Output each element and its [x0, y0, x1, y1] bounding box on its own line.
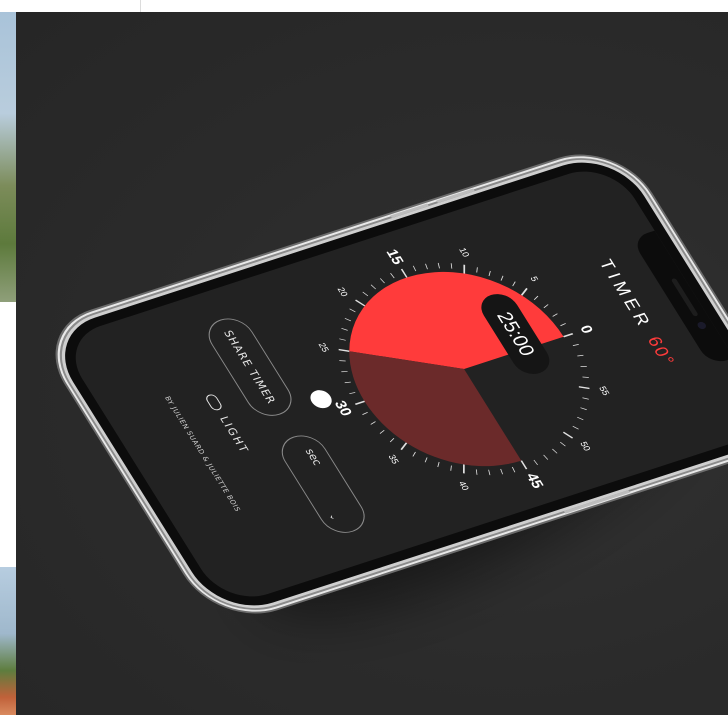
dial-tick [400, 268, 408, 278]
dial-tick [488, 469, 491, 476]
hero-stage: TIMER 60° 0 15 30 45 5 10 20 25 35 40 50 55 25:00 S… [16, 12, 728, 715]
dial-tick [344, 381, 351, 384]
dial-tick [424, 457, 428, 463]
dial-tick [552, 313, 558, 317]
dial-tick [563, 333, 574, 338]
dial-tick [582, 376, 589, 378]
dial-tick [339, 338, 346, 341]
dial-tick [437, 262, 440, 269]
dial-minute-label: 5 [528, 275, 540, 282]
theme-toggle-label: LIGHT [216, 414, 252, 456]
dial-minute-label: 45 [522, 471, 546, 490]
dial-minute-label: 20 [335, 286, 350, 298]
dial-tick [412, 451, 416, 457]
dial-tick [355, 299, 366, 307]
dial-tick [520, 460, 528, 470]
dial-tick [543, 304, 549, 309]
dial-minute-label: 10 [457, 247, 472, 259]
dial-tick [379, 278, 385, 284]
volume-button [436, 188, 475, 204]
dial-tick [341, 371, 348, 373]
dial-tick [475, 469, 478, 475]
dial-minute-label: 50 [578, 440, 593, 452]
timer-app: TIMER 60° 0 15 30 45 5 10 20 25 35 40 50 55 25:00 S… [58, 160, 728, 608]
left-thumbnail-strip [0, 12, 16, 715]
dial-tick [389, 438, 395, 443]
dial-tick [450, 465, 452, 471]
dial-tick [338, 348, 350, 352]
dial-tick [512, 281, 516, 287]
thumbnail-image-top[interactable] [0, 12, 16, 302]
dial-minute-label: 30 [331, 399, 355, 418]
dial-tick [463, 264, 466, 274]
dial-minute-label: 55 [597, 385, 612, 397]
dial-tick [412, 265, 417, 272]
dial-tick [463, 464, 465, 474]
dial-tick [500, 275, 504, 281]
dial-minute-label: 35 [386, 453, 401, 465]
dial-tick [379, 429, 385, 434]
dial-tick [560, 441, 566, 447]
dial-tick [560, 323, 566, 327]
dial-tick [578, 386, 590, 390]
chevron-down-icon: ⌄ [326, 512, 340, 522]
header-divider [140, 0, 141, 12]
phone-screen: TIMER 60° 0 15 30 45 5 10 20 25 35 40 50 55 25:00 S… [57, 160, 728, 608]
toggle-icon [204, 393, 224, 412]
app-title-text: TIMER [595, 257, 657, 332]
dial-tick [511, 466, 516, 473]
dial-tick [500, 468, 504, 475]
dial-tick [339, 360, 346, 362]
dial-tick [580, 365, 587, 367]
dial-tick [362, 411, 368, 415]
dial-tick [362, 291, 369, 297]
theme-toggle[interactable]: LIGHT [203, 393, 252, 456]
dial-tick [577, 416, 584, 421]
unit-select-value: sec [302, 447, 325, 467]
dial-tick [533, 295, 539, 301]
dial-tick [533, 459, 538, 466]
dial-tick [349, 308, 356, 313]
dial-tick [562, 431, 574, 439]
dial-tick [450, 263, 453, 269]
dial-tick [543, 454, 549, 460]
dial-tick [520, 287, 528, 296]
dial-tick [354, 400, 365, 406]
dial-tick [476, 267, 478, 273]
dial-tick [577, 354, 584, 357]
dial-tick [400, 442, 408, 451]
dial-tick [341, 327, 348, 331]
dial-minute-label: 40 [457, 480, 472, 492]
thumbnail-gap [0, 302, 16, 567]
dial-minute-label: 25 [316, 342, 331, 354]
dial-tick [488, 270, 491, 277]
phone-body: TIMER 60° 0 15 30 45 5 10 20 25 35 40 50 55 25:00 S… [43, 148, 728, 620]
dial-tick [344, 317, 352, 322]
dial-tick [552, 448, 558, 454]
dial-tick [580, 407, 587, 411]
dial-tick [370, 421, 376, 425]
thumbnail-image-bottom[interactable] [0, 567, 16, 715]
dial-tick [572, 425, 579, 430]
dial-tick [437, 461, 440, 468]
dial-tick [370, 284, 377, 290]
volume-button [390, 203, 429, 219]
dial-minute-label: 0 [576, 324, 595, 336]
dial-tick [390, 273, 395, 279]
app-title-accent: 60° [643, 334, 680, 369]
dial-minute-label: 15 [382, 248, 406, 267]
dial-tick [582, 397, 589, 400]
dial-tick [572, 344, 579, 346]
dial-tick [349, 392, 356, 395]
dial-tick [425, 263, 428, 270]
